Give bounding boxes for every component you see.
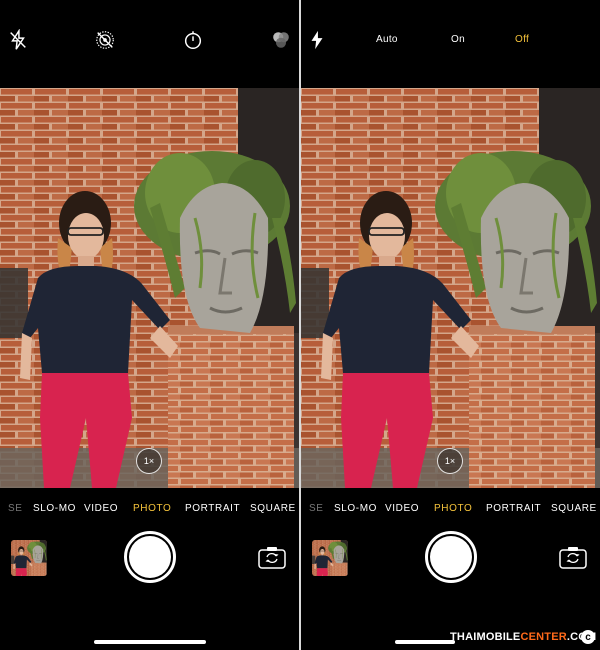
last-photo-thumbnail[interactable] — [11, 540, 47, 576]
switch-camera-icon[interactable] — [559, 545, 587, 569]
shutter-button[interactable] — [425, 531, 477, 583]
home-indicator — [395, 640, 455, 644]
flash-icon[interactable] — [305, 28, 329, 52]
flash-option-off[interactable]: Off — [515, 34, 529, 45]
camera-top-bar — [0, 0, 299, 88]
flash-option-auto[interactable]: Auto — [376, 34, 398, 45]
mode-photo[interactable]: PHOTO — [133, 503, 171, 514]
mode-video[interactable]: VIDEO — [84, 503, 118, 514]
mode-slo-mo[interactable]: SLO-MO — [334, 503, 377, 514]
mode-portrait[interactable]: PORTRAIT — [486, 503, 541, 514]
home-indicator — [94, 640, 206, 644]
watermark-part-2: CENTER — [520, 631, 567, 643]
switch-camera-icon[interactable] — [258, 545, 286, 569]
site-watermark: THAIMOBILECENTER.COM — [450, 631, 596, 643]
shutter-button[interactable] — [124, 531, 176, 583]
left-camera-screen: 1× SE SLO-MO VIDEO PHOTO PORTRAIT SQUARE — [0, 0, 299, 650]
mode-selfie-partial[interactable]: SE — [8, 503, 23, 514]
mode-portrait[interactable]: PORTRAIT — [185, 503, 240, 514]
copyright-icon: c — [581, 630, 595, 644]
watermark-part-1: THAIMOBILE — [450, 631, 521, 643]
filters-icon[interactable] — [269, 28, 293, 52]
mode-video[interactable]: VIDEO — [385, 503, 419, 514]
mode-slo-mo[interactable]: SLO-MO — [33, 503, 76, 514]
camera-mode-selector[interactable]: SE SLO-MO VIDEO PHOTO PORTRAIT SQUARE — [301, 503, 600, 519]
camera-mode-selector[interactable]: SE SLO-MO VIDEO PHOTO PORTRAIT SQUARE — [0, 503, 299, 519]
viewfinder-image — [0, 88, 299, 488]
live-photo-off-icon[interactable] — [93, 28, 117, 52]
right-camera-screen: Auto On Off 1× SE SLO-MO VIDEO PHOTO POR… — [301, 0, 600, 650]
camera-viewfinder[interactable]: 1× — [0, 88, 299, 488]
zoom-toggle-button[interactable]: 1× — [437, 448, 463, 474]
zoom-toggle-button[interactable]: 1× — [136, 448, 162, 474]
viewfinder-image — [301, 88, 600, 488]
mode-square[interactable]: SQUARE — [551, 503, 597, 514]
timer-icon[interactable] — [181, 28, 205, 52]
flash-off-icon[interactable] — [6, 28, 30, 52]
last-photo-thumbnail[interactable] — [312, 540, 348, 576]
mode-square[interactable]: SQUARE — [250, 503, 296, 514]
mode-selfie-partial[interactable]: SE — [309, 503, 324, 514]
flash-option-on[interactable]: On — [451, 34, 465, 45]
mode-photo[interactable]: PHOTO — [434, 503, 472, 514]
camera-viewfinder[interactable]: 1× — [301, 88, 600, 488]
camera-top-bar: Auto On Off — [301, 0, 600, 88]
